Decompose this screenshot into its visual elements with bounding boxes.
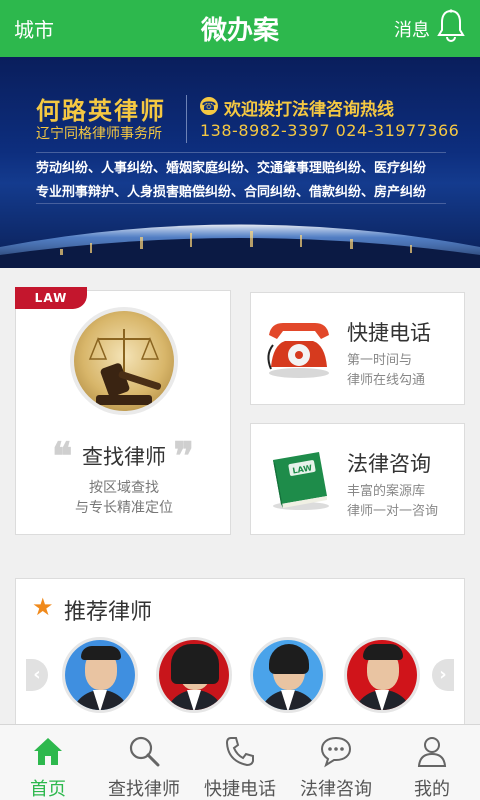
bell-icon[interactable]	[436, 8, 466, 44]
phone-icon	[225, 737, 254, 767]
tab-label: 我的	[414, 779, 450, 800]
banner-hotline-numbers: 138-8982-3397 024-31977366	[200, 121, 460, 140]
chat-icon	[320, 736, 352, 768]
star-icon: ★	[32, 593, 54, 621]
tab-label: 快捷电话	[204, 779, 276, 800]
user-icon	[417, 737, 447, 767]
banner-rule	[36, 152, 446, 153]
find-lawyer-sub1: 按区域查找	[89, 480, 159, 496]
lawyer-avatar[interactable]	[250, 637, 326, 713]
quick-phone-sub1: 第一时间与	[347, 353, 413, 368]
tab-home[interactable]: 首页	[0, 725, 96, 800]
home-icon	[34, 738, 62, 765]
carousel-next-button[interactable]: ›	[432, 659, 454, 691]
city-skyline-image	[0, 224, 480, 268]
banner-firm-sub: 辽宁同格律师事务所	[36, 126, 162, 142]
tab-label: 查找律师	[108, 779, 180, 800]
banner-firm-name: 何路英律师	[36, 97, 166, 125]
banner-divider	[186, 95, 187, 143]
recommended-lawyers-section: ★ 推荐律师 ‹ ›	[15, 578, 465, 728]
quick-phone-card[interactable]: 快捷电话 第一时间与 律师在线勾通	[250, 292, 465, 405]
quick-phone-sub2: 律师在线勾通	[347, 373, 426, 388]
tab-label: 法律咨询	[300, 779, 372, 800]
carousel-prev-button[interactable]: ‹	[26, 659, 48, 691]
top-bar: 城市 微办案 消息	[0, 0, 480, 57]
gavel-image	[70, 307, 178, 415]
lawyer-avatar[interactable]	[62, 637, 138, 713]
find-lawyer-title: 查找律师	[82, 445, 166, 469]
recommended-title: 推荐律师	[64, 600, 153, 625]
lawyer-avatar[interactable]	[344, 637, 420, 713]
law-book-icon: LAW	[273, 452, 329, 510]
tab-profile[interactable]: 我的	[384, 725, 480, 800]
bottom-tab-bar: 首页 查找律师 快捷电话 法律咨询 我的	[0, 724, 480, 800]
tab-quick-phone[interactable]: 快捷电话	[192, 725, 288, 800]
messages-label[interactable]: 消息	[394, 16, 430, 42]
quick-phone-title: 快捷电话	[347, 321, 431, 345]
banner-rule	[36, 203, 446, 204]
banner-cases-line1: 劳动纠纷、人事纠纷、婚姻家庭纠纷、交通肇事理赔纠纷、医疗纠纷	[36, 161, 427, 176]
legal-consult-sub1: 丰富的案源库	[347, 484, 426, 499]
legal-consult-title: 法律咨询	[347, 452, 431, 476]
find-lawyer-card[interactable]: LAW ❝ 查找律师 ❞ 按区域查找 与专长精准定位	[15, 287, 231, 535]
search-icon	[129, 736, 160, 767]
quote-close-icon: ❞	[173, 433, 194, 478]
law-ribbon: LAW	[15, 287, 87, 309]
lawyer-avatar[interactable]	[156, 637, 232, 713]
tab-label: 首页	[30, 779, 66, 800]
red-telephone-icon	[267, 323, 329, 378]
banner-hotline-title: 欢迎拨打法律咨询热线	[224, 100, 394, 120]
banner-cases-line2: 专业刑事辩护、人身损害赔偿纠纷、合同纠纷、借款纠纷、房产纠纷	[36, 185, 427, 200]
promo-banner[interactable]: 何路英律师 辽宁同格律师事务所 ☎ 欢迎拨打法律咨询热线 138-8982-33…	[0, 57, 480, 268]
phone-icon: ☎	[200, 97, 218, 115]
find-lawyer-sub2: 与专长精准定位	[75, 500, 173, 516]
legal-consult-card[interactable]: LAW 法律咨询 丰富的案源库 律师一对一咨询	[250, 423, 465, 535]
legal-consult-sub2: 律师一对一咨询	[347, 504, 439, 519]
tab-find-lawyer[interactable]: 查找律师	[96, 725, 192, 800]
tab-legal-consult[interactable]: 法律咨询	[288, 725, 384, 800]
